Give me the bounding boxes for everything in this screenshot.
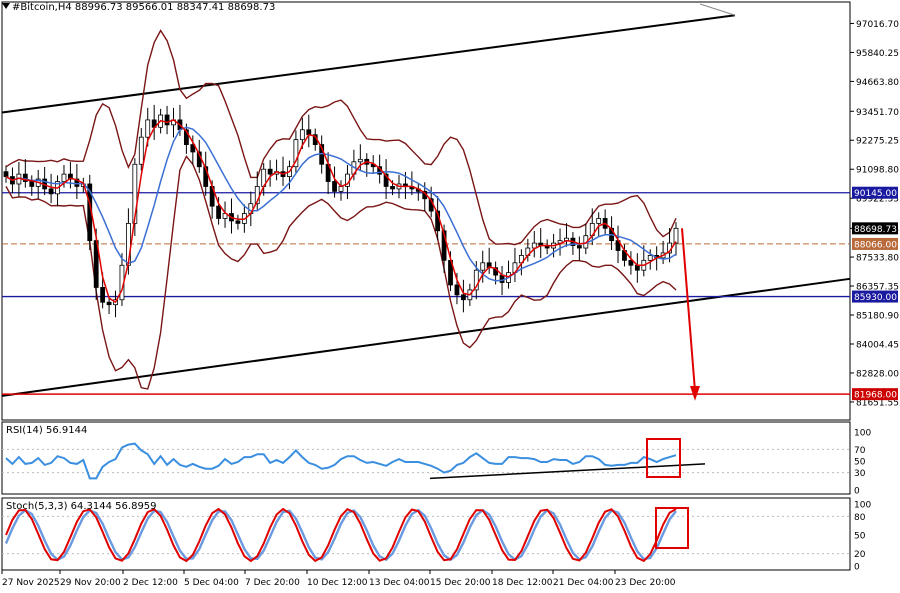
x-tick-label-3: 5 Dec 04:00 bbox=[184, 578, 239, 588]
candle-body-104 bbox=[673, 227, 679, 244]
rsi-tick-label-0: 0 bbox=[854, 487, 860, 497]
candle-body-21 bbox=[138, 136, 144, 165]
x-tick-label-9: 21 Dec 04:00 bbox=[553, 578, 614, 588]
target-arrow-line bbox=[681, 228, 696, 391]
candle-body-41 bbox=[267, 168, 273, 175]
level-tag-text-4: 81968.00 bbox=[854, 391, 897, 401]
y-tick-label-5: 91098.80 bbox=[856, 166, 899, 176]
candle-body-16 bbox=[106, 301, 112, 306]
stoch-tick-label-0: 0 bbox=[854, 563, 860, 573]
x-tick-label-10: 23 Dec 20:00 bbox=[615, 578, 676, 588]
price-pane-frame bbox=[1, 1, 851, 421]
candle-body-46 bbox=[299, 129, 305, 141]
candle-body-25 bbox=[164, 114, 170, 126]
y-tick-label-2: 94663.80 bbox=[856, 78, 899, 88]
candle-body-71 bbox=[461, 294, 466, 301]
x-tick-label-7: 15 Dec 20:00 bbox=[430, 578, 491, 588]
stoch-tick-label-1: 20 bbox=[854, 550, 866, 560]
target-arrow-head bbox=[690, 385, 700, 401]
y-tick-label-4: 92275.25 bbox=[856, 137, 899, 147]
candle-body-60 bbox=[390, 186, 395, 190]
y-tick-label-0: 97016.70 bbox=[856, 20, 899, 30]
stoch-tick-label-2: 50 bbox=[854, 532, 866, 542]
level-tag-text-2: 88066.00 bbox=[854, 240, 897, 250]
rsi-tick-label-4: 100 bbox=[854, 429, 871, 439]
candle-body-22 bbox=[145, 119, 151, 138]
y-tick-label-11: 84004.45 bbox=[856, 340, 899, 350]
candle-body-0 bbox=[3, 171, 9, 177]
level-tag-text-0: 90145.00 bbox=[854, 189, 897, 199]
slow-ma-line bbox=[5, 126, 677, 282]
rsi-pane-frame bbox=[1, 421, 851, 495]
candle-body-55 bbox=[357, 158, 363, 163]
y-tick-label-12: 82828.00 bbox=[856, 369, 899, 379]
x-tick-label-5: 10 Dec 12:00 bbox=[307, 578, 368, 588]
rsi-label: RSI(14) 56.9144 bbox=[6, 425, 88, 436]
rsi-tick-label-2: 50 bbox=[854, 458, 866, 468]
x-tick-label-8: 18 Dec 12:00 bbox=[492, 578, 553, 588]
candle-body-100 bbox=[647, 255, 653, 261]
candle-body-74 bbox=[480, 262, 486, 271]
x-tick-label-6: 13 Dec 04:00 bbox=[369, 578, 430, 588]
upper-channel-tail bbox=[699, 3, 736, 16]
candle-body-70 bbox=[454, 284, 460, 296]
candle-body-33 bbox=[216, 205, 221, 219]
upper-channel-line bbox=[1, 14, 736, 114]
candle-body-92 bbox=[596, 218, 602, 224]
x-tick-label-0: 27 Nov 2025 bbox=[2, 578, 60, 588]
y-tick-label-10: 85180.90 bbox=[856, 312, 899, 322]
rsi-tick-label-3: 70 bbox=[854, 446, 866, 456]
candle-body-7 bbox=[48, 188, 54, 195]
candle-body-4 bbox=[29, 181, 35, 187]
rsi-line bbox=[5, 442, 677, 480]
dropdown-arrow-icon[interactable] bbox=[2, 3, 10, 9]
x-tick-label-4: 7 Dec 20:00 bbox=[245, 578, 300, 588]
stoch-tick-label-3: 80 bbox=[854, 513, 866, 523]
stoch-tick-label-4: 100 bbox=[854, 501, 871, 511]
upper-band-line bbox=[5, 29, 677, 246]
candle-body-15 bbox=[100, 287, 106, 303]
x-tick-label-1: 29 Nov 20:00 bbox=[60, 578, 121, 588]
candle-body-36 bbox=[235, 220, 241, 224]
y-tick-label-3: 93451.70 bbox=[856, 108, 899, 118]
rsi-tick-label-1: 30 bbox=[854, 469, 866, 479]
candle-body-51 bbox=[332, 181, 337, 192]
y-tick-label-1: 95840.25 bbox=[856, 49, 899, 59]
candle-body-9 bbox=[61, 173, 67, 182]
level-tag-text-3: 85930.00 bbox=[854, 293, 897, 303]
chart-title: #Bitcoin,H4 88996.73 89566.01 88347.41 8… bbox=[12, 2, 276, 13]
fast-ma-line bbox=[5, 119, 677, 304]
candle-body-89 bbox=[576, 245, 582, 249]
y-tick-label-8: 87533.80 bbox=[856, 254, 899, 264]
stoch-label: Stoch(5,3,3) 64.3144 56.8959 bbox=[6, 501, 157, 512]
level-tag-text-1: 88698.73 bbox=[854, 225, 897, 235]
x-tick-label-2: 2 Dec 12:00 bbox=[123, 578, 178, 588]
